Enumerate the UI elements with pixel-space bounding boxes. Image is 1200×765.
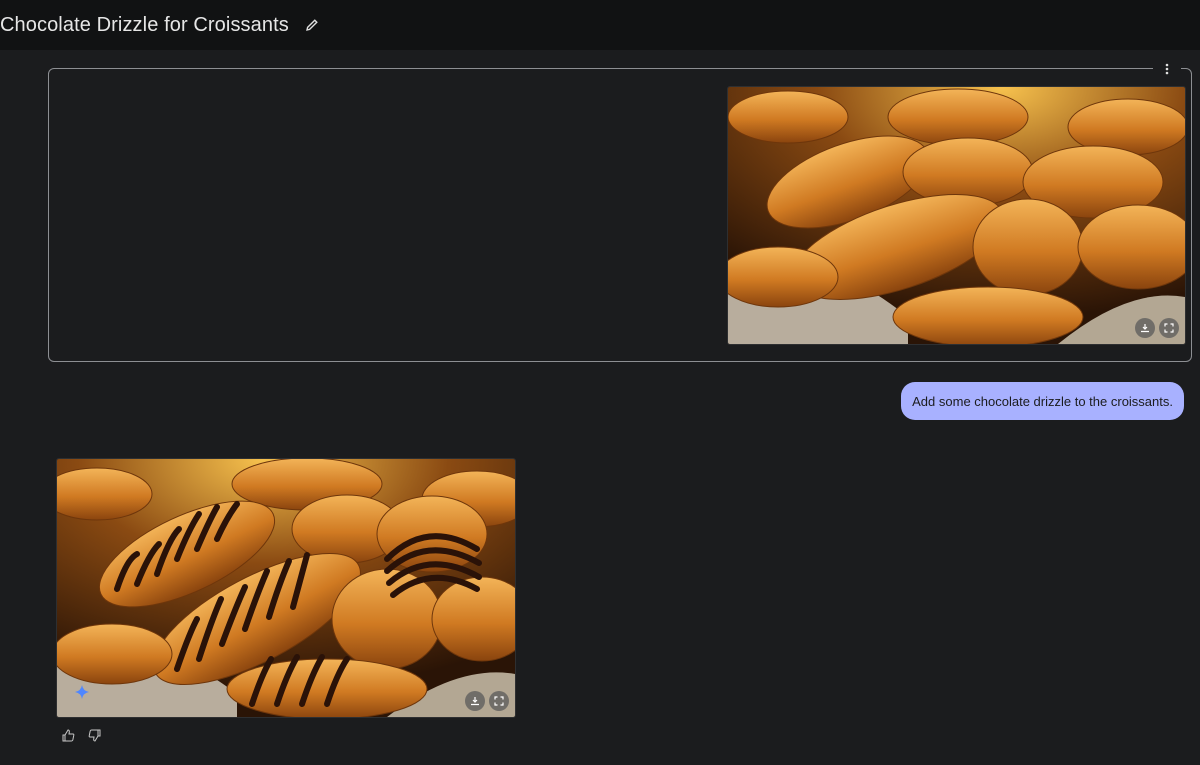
fullscreen-icon[interactable] bbox=[1159, 318, 1179, 338]
user-message-text: Add some chocolate drizzle to the croiss… bbox=[912, 393, 1173, 409]
sparkle-icon bbox=[75, 685, 89, 699]
conversation-title: Chocolate Drizzle for Croissants bbox=[0, 13, 289, 36]
thumbs-up-icon[interactable] bbox=[60, 727, 76, 743]
fullscreen-icon[interactable] bbox=[489, 691, 509, 711]
feedback-row bbox=[60, 727, 102, 743]
top-bar: Chocolate Drizzle for Croissants bbox=[0, 0, 1200, 50]
more-vertical-icon[interactable] bbox=[1153, 61, 1181, 77]
user-message-bubble: Add some chocolate drizzle to the croiss… bbox=[901, 382, 1184, 420]
download-icon[interactable] bbox=[465, 691, 485, 711]
pencil-icon[interactable] bbox=[303, 16, 321, 34]
download-icon[interactable] bbox=[1135, 318, 1155, 338]
generated-croissant-image[interactable] bbox=[56, 458, 516, 718]
uploaded-croissant-image[interactable] bbox=[727, 86, 1186, 345]
thumbs-down-icon[interactable] bbox=[86, 727, 102, 743]
